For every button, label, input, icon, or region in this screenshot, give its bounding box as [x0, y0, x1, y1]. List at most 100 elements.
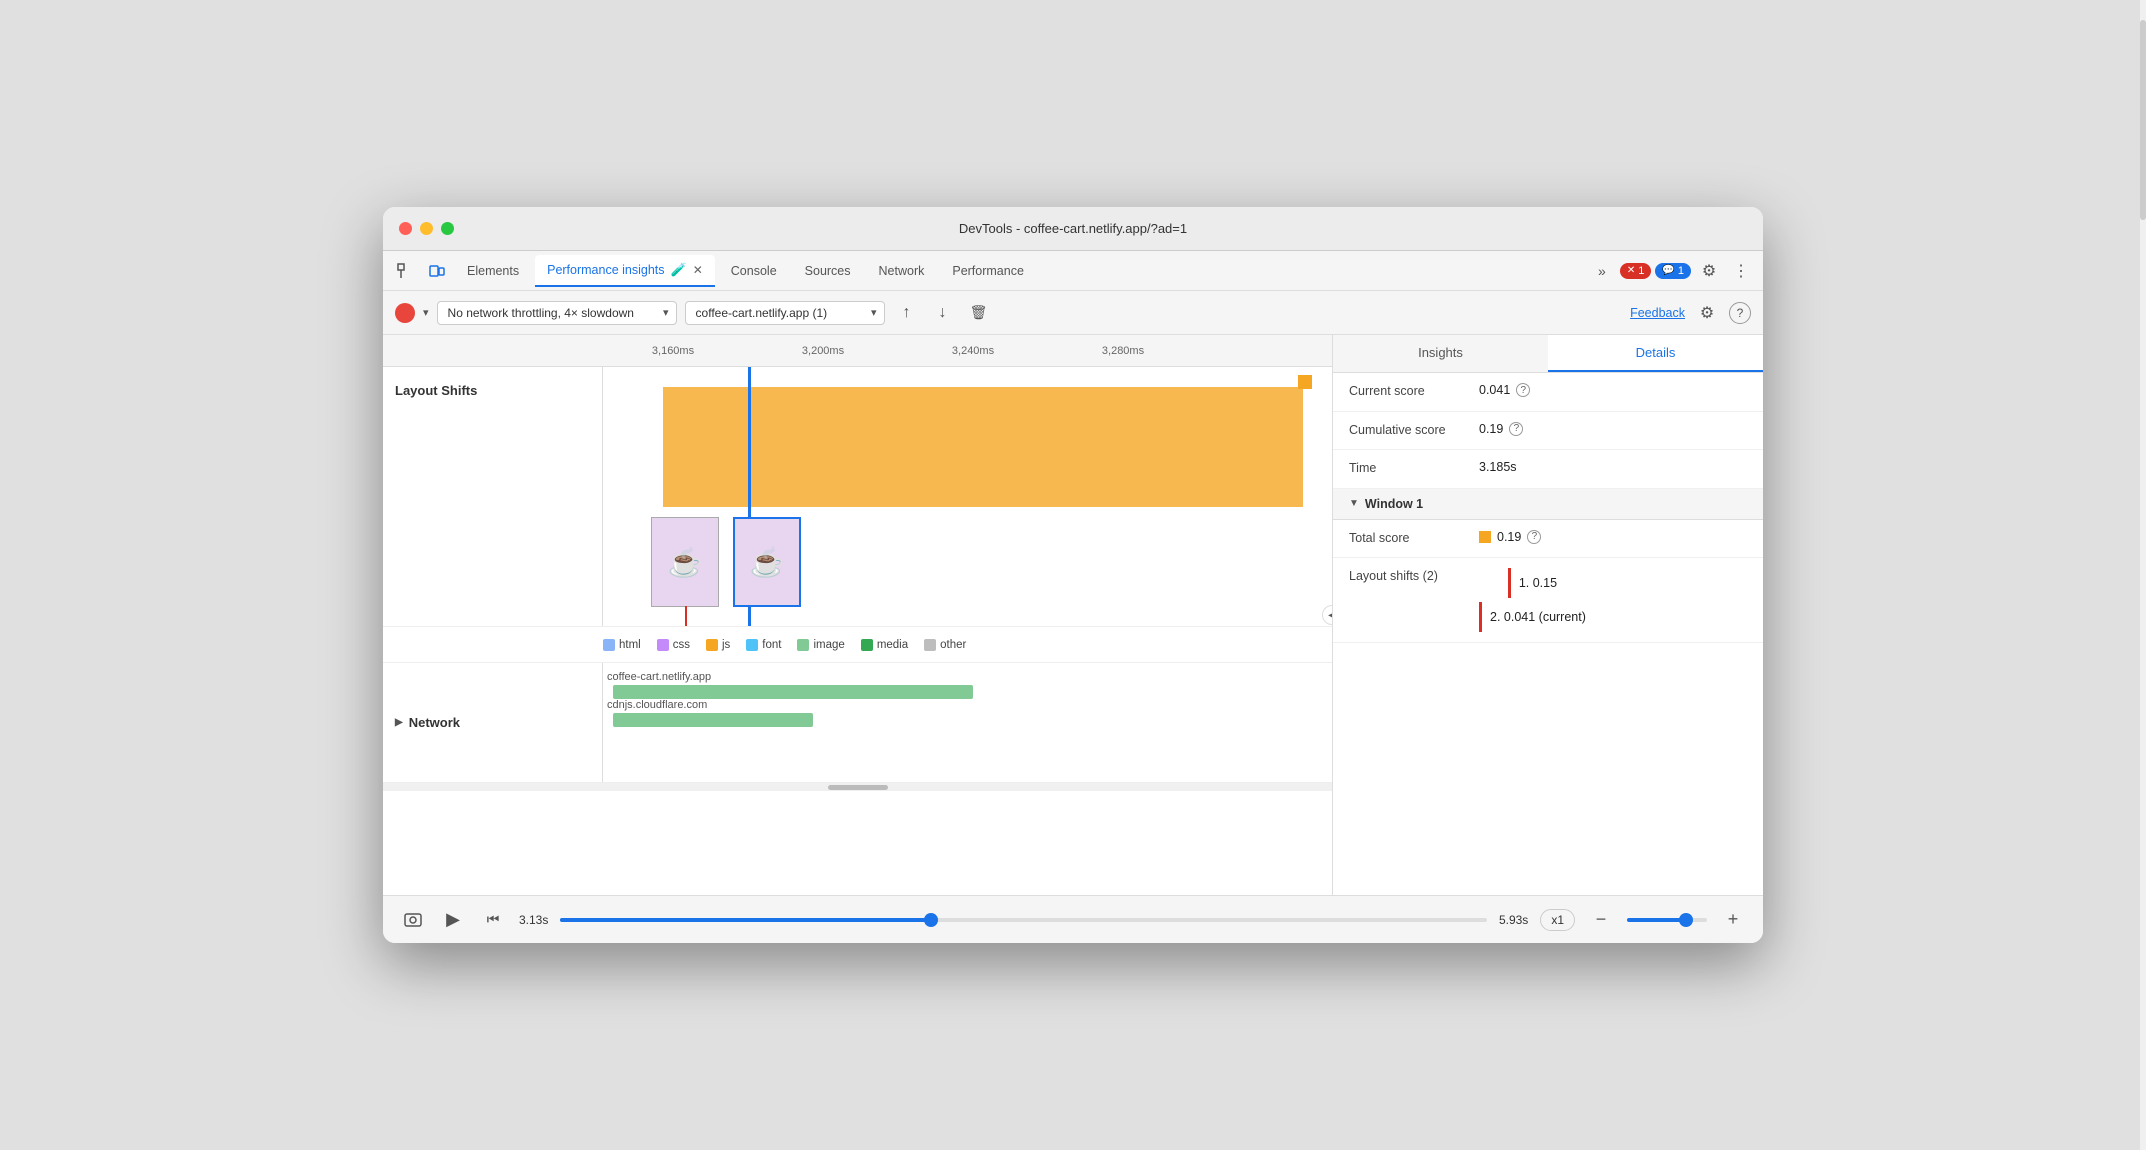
throttle-select[interactable]: No network throttling, 4× slowdown: [437, 301, 677, 325]
tab-details[interactable]: Details: [1548, 335, 1763, 372]
legend-js: js: [706, 639, 730, 651]
legend-image: image: [797, 639, 844, 651]
current-score-value: 0.041 ?: [1479, 383, 1530, 397]
toolbar: ▾ No network throttling, 4× slowdown cof…: [383, 291, 1763, 335]
cumulative-score-value: 0.19 ?: [1479, 422, 1523, 436]
tab-elements[interactable]: Elements: [455, 255, 531, 287]
toolbar-settings-icon[interactable]: ⚙: [1693, 299, 1721, 327]
window-title: DevTools - coffee-cart.netlify.app/?ad=1: [959, 221, 1187, 236]
total-score-help-icon[interactable]: ?: [1527, 530, 1541, 544]
screenshot-mode-icon[interactable]: [399, 906, 427, 934]
timeline-scrollbar-thumb[interactable]: [828, 785, 888, 790]
tab-sources[interactable]: Sources: [793, 255, 863, 287]
right-panel: Insights Details Current score 0.041 ?: [1333, 335, 1763, 895]
more-options-icon[interactable]: ⋮: [1727, 257, 1755, 285]
throttle-select-wrapper: No network throttling, 4× slowdown: [437, 301, 677, 325]
layout-shifts-content: ☕ ☕: [603, 367, 1332, 626]
delete-icon[interactable]: 🗑: [965, 299, 993, 327]
timeline-slider-thumb[interactable]: [924, 913, 938, 927]
tab-console[interactable]: Console: [719, 255, 789, 287]
traffic-lights: [399, 222, 454, 235]
current-score-help-icon[interactable]: ?: [1516, 383, 1530, 397]
minimize-button[interactable]: [420, 222, 433, 235]
legend-media-dot: [861, 639, 873, 651]
error-badge[interactable]: ✕ 1: [1620, 263, 1652, 279]
record-chevron-icon[interactable]: ▾: [423, 306, 429, 319]
orange-shift-bar: [663, 387, 1303, 507]
layout-shifts-label: Layout Shifts: [383, 367, 603, 626]
network-row: ▶ Network coffee-cart.netlify.app cdnjs.…: [383, 663, 1332, 783]
shift-line-2: [1479, 602, 1482, 632]
skip-to-start-button[interactable]: ⏮: [479, 906, 507, 934]
legend-js-dot: [706, 639, 718, 651]
cumulative-score-help-icon[interactable]: ?: [1509, 422, 1523, 436]
network-host-1: coffee-cart.netlify.app: [607, 671, 711, 683]
network-label-cell: ▶ Network: [383, 663, 603, 782]
tab-bar: Elements Performance insights 🧪 ✕ Consol…: [383, 251, 1763, 291]
settings-icon[interactable]: ⚙: [1695, 257, 1723, 285]
legend-row: html css js font image: [383, 627, 1332, 663]
close-button[interactable]: [399, 222, 412, 235]
timeline-slider-fill: [560, 918, 931, 922]
thumbnail-2-preview: ☕: [735, 519, 799, 605]
zoom-slider-thumb[interactable]: [1679, 913, 1693, 927]
legend-html: html: [603, 639, 641, 651]
devtools-window: DevTools - coffee-cart.netlify.app/?ad=1…: [383, 207, 1763, 943]
network-bar-2: [613, 713, 813, 727]
network-host-2: cdnjs.cloudflare.com: [607, 699, 707, 711]
ms-marker-4: 3,280ms: [1102, 345, 1144, 357]
network-content: coffee-cart.netlify.app cdnjs.cloudflare…: [603, 663, 1332, 782]
tab-performance[interactable]: Performance: [940, 255, 1036, 287]
legend-other-dot: [924, 639, 936, 651]
legend-image-dot: [797, 639, 809, 651]
thumbnail-1[interactable]: ☕: [651, 517, 719, 607]
time-end-label: 5.93s: [1499, 913, 1528, 927]
timeline-slider[interactable]: [560, 918, 1487, 922]
window-section-header: ▼ Window 1: [1333, 489, 1763, 520]
network-expand-arrow[interactable]: ▶: [395, 717, 403, 728]
record-button[interactable]: [395, 303, 415, 323]
info-badge[interactable]: 💬 1: [1655, 263, 1691, 279]
tab-network[interactable]: Network: [867, 255, 937, 287]
total-score-value: 0.19 ?: [1479, 530, 1541, 544]
timeline-header: 3,160ms 3,200ms 3,240ms 3,280ms: [383, 335, 1332, 367]
tab-insights[interactable]: Insights: [1333, 335, 1548, 372]
feedback-link[interactable]: Feedback: [1630, 306, 1685, 320]
maximize-button[interactable]: [441, 222, 454, 235]
upload-icon[interactable]: ↑: [893, 299, 921, 327]
legend-media: media: [861, 639, 908, 651]
thumbnail-1-preview: ☕: [652, 518, 718, 606]
more-tabs-icon[interactable]: »: [1588, 257, 1616, 285]
toolbar-help-icon[interactable]: ?: [1729, 302, 1751, 324]
window-collapse-arrow[interactable]: ▼: [1349, 498, 1359, 509]
network-bar-1: [613, 685, 973, 699]
ms-marker-2: 3,200ms: [802, 345, 844, 357]
score-dot-icon: [1479, 531, 1491, 543]
url-select-wrapper: coffee-cart.netlify.app (1): [685, 301, 885, 325]
device-icon[interactable]: [423, 257, 451, 285]
timeline-scrollbar[interactable]: [383, 783, 1332, 791]
zoom-slider-fill: [1627, 918, 1683, 922]
panel-content: Current score 0.041 ? Cumulative score 0…: [1333, 373, 1763, 895]
download-icon[interactable]: ↓: [929, 299, 957, 327]
speed-badge[interactable]: x1: [1540, 909, 1575, 931]
zoom-in-icon[interactable]: +: [1719, 906, 1747, 934]
tab-close-icon[interactable]: ✕: [693, 263, 703, 277]
thumbnail-2[interactable]: ☕: [733, 517, 801, 607]
shift-line-1: [1508, 568, 1511, 598]
tab-badges: ✕ 1 💬 1: [1620, 263, 1691, 279]
inspect-icon[interactable]: [391, 257, 419, 285]
zoom-out-icon[interactable]: −: [1587, 906, 1615, 934]
playback-bar: ▶ ⏮ 3.13s 5.93s x1 − +: [383, 895, 1763, 943]
tab-performance-insights[interactable]: Performance insights 🧪 ✕: [535, 255, 715, 287]
play-button[interactable]: ▶: [439, 906, 467, 934]
legend-other: other: [924, 639, 966, 651]
zoom-slider[interactable]: [1627, 918, 1707, 922]
legend-css-dot: [657, 639, 669, 651]
layout-shifts-row: Layout Shifts ☕: [383, 367, 1332, 627]
url-select[interactable]: coffee-cart.netlify.app (1): [685, 301, 885, 325]
legend-html-dot: [603, 639, 615, 651]
current-score-row: Current score 0.041 ?: [1333, 373, 1763, 412]
zoom-slider-container: [1627, 918, 1707, 922]
ms-marker-1: 3,160ms: [652, 345, 694, 357]
